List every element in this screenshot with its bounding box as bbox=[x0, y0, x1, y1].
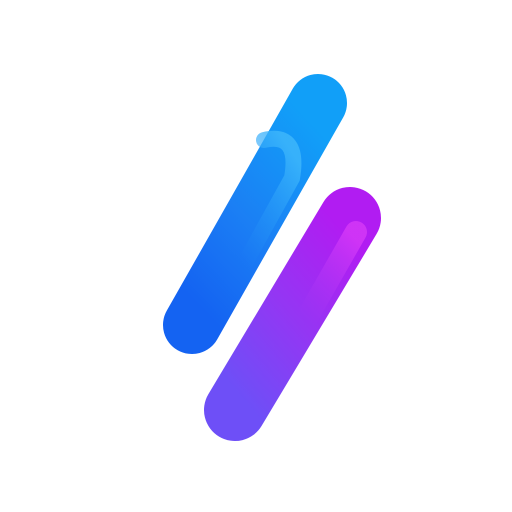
app-logo-icon bbox=[141, 74, 381, 441]
